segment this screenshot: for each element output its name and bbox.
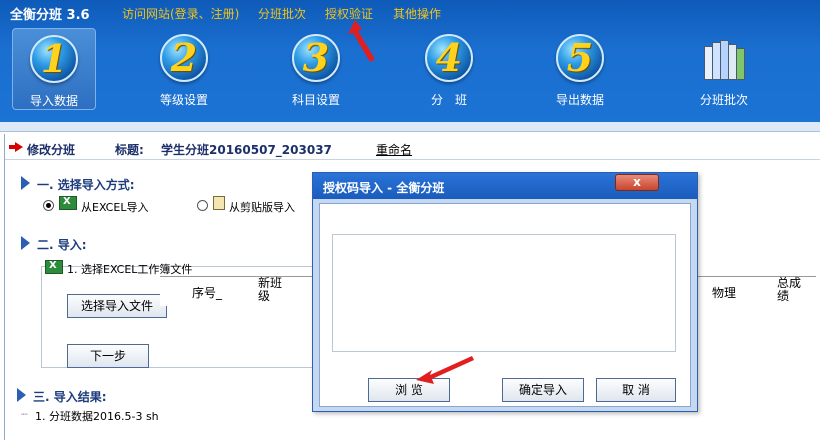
menu-other-operations[interactable]: 其他操作 xyxy=(393,5,441,22)
header-separator xyxy=(0,122,820,132)
license-import-dialog: 授权码导入 - 全衡分班 x 浏 览 确定导入 取 消 xyxy=(312,172,698,412)
section-titlebar: 修改分班 标题: 学生分班20160507_203037 重命名 xyxy=(5,134,820,160)
toolbar-class-batches[interactable]: 分班批次 xyxy=(682,28,766,110)
step2-triangle-icon xyxy=(21,236,30,250)
menu-visit-website[interactable]: 访问网站(登录、注册) xyxy=(122,5,239,22)
col-header-physics[interactable]: 物理 xyxy=(712,284,736,301)
title-label: 标题: xyxy=(115,143,144,157)
clipboard-icon xyxy=(213,196,225,210)
step1-title: 一. 选择导入方式: xyxy=(37,178,135,192)
step3-triangle-icon xyxy=(17,388,26,402)
menu-batches[interactable]: 分班批次 xyxy=(258,5,306,22)
dialog-titlebar: 授权码导入 - 全衡分班 x xyxy=(313,173,697,199)
app-title: 全衡分班 3.6 xyxy=(10,8,90,23)
toolbar-class-batches-label: 分班批次 xyxy=(699,93,748,107)
step-2-icon: 2 xyxy=(160,34,208,82)
excel-workbook-icon xyxy=(45,260,63,274)
radio-clipboard[interactable] xyxy=(197,200,208,211)
toolbar-export-data[interactable]: 5 导出数据 xyxy=(538,28,622,110)
dialog-title: 授权码导入 - 全衡分班 xyxy=(323,181,445,195)
step2-subtitle: 1. 选择EXCEL工作簿文件 xyxy=(67,263,193,276)
excel-icon xyxy=(59,196,77,210)
radio-excel[interactable] xyxy=(43,200,54,211)
step1-triangle-icon xyxy=(21,176,30,190)
toolbar-grade-settings[interactable]: 2 等级设置 xyxy=(142,28,226,110)
dialog-body: 浏 览 确定导入 取 消 xyxy=(319,203,691,407)
step-4-icon: 4 xyxy=(425,34,473,82)
toolbar-import-data-label: 导入数据 xyxy=(29,94,78,108)
toolbar-divide-classes-label: 分 班 xyxy=(430,93,467,107)
col-header-new-class[interactable]: 新班 级 xyxy=(258,277,282,303)
toolbar-import-data[interactable]: 1 导入数据 xyxy=(12,28,96,110)
red-arrow-icon xyxy=(9,142,23,152)
col-header-total[interactable]: 总成 绩 xyxy=(777,277,801,303)
step-3-icon: 3 xyxy=(292,34,340,82)
select-import-file-button[interactable]: 选择导入文件 xyxy=(67,294,167,318)
col-header-seq[interactable]: 序号_ xyxy=(192,284,222,301)
step-5-icon: 5 xyxy=(556,34,604,82)
title-value: 学生分班20160507_203037 xyxy=(161,143,332,157)
books-icon xyxy=(702,36,746,80)
cancel-button[interactable]: 取 消 xyxy=(596,378,676,402)
step2-title: 二. 导入: xyxy=(37,238,87,252)
toolbar-divide-classes[interactable]: 4 分 班 xyxy=(407,28,491,110)
annotation-arrow-top xyxy=(348,20,375,62)
toolbar-export-data-label: 导出数据 xyxy=(555,93,604,107)
toolbar-grade-settings-label: 等级设置 xyxy=(159,93,208,107)
confirm-import-button[interactable]: 确定导入 xyxy=(502,378,584,402)
section-title: 修改分班 xyxy=(27,143,76,157)
toolbar-subject-settings-label: 科目设置 xyxy=(291,93,340,107)
annotation-arrow-browse xyxy=(416,356,474,384)
license-code-textarea[interactable] xyxy=(332,234,676,352)
tree-connector: ┈ xyxy=(21,408,28,421)
result-tree-item[interactable]: 1. 分班数据2016.5-3 sh xyxy=(35,408,159,424)
step3-title: 三. 导入结果: xyxy=(33,390,107,404)
option-clipboard-label: 从剪贴版导入 xyxy=(229,201,295,214)
app-header: 全衡分班 3.6 访问网站(登录、注册) 分班批次 授权验证 其他操作 1 导入… xyxy=(0,0,820,122)
step-1-icon: 1 xyxy=(30,35,78,83)
rename-link[interactable]: 重命名 xyxy=(376,141,412,158)
next-step-button[interactable]: 下一步 xyxy=(67,344,149,368)
option-excel-label: 从EXCEL导入 xyxy=(81,201,149,214)
dialog-close-button[interactable]: x xyxy=(615,174,659,191)
